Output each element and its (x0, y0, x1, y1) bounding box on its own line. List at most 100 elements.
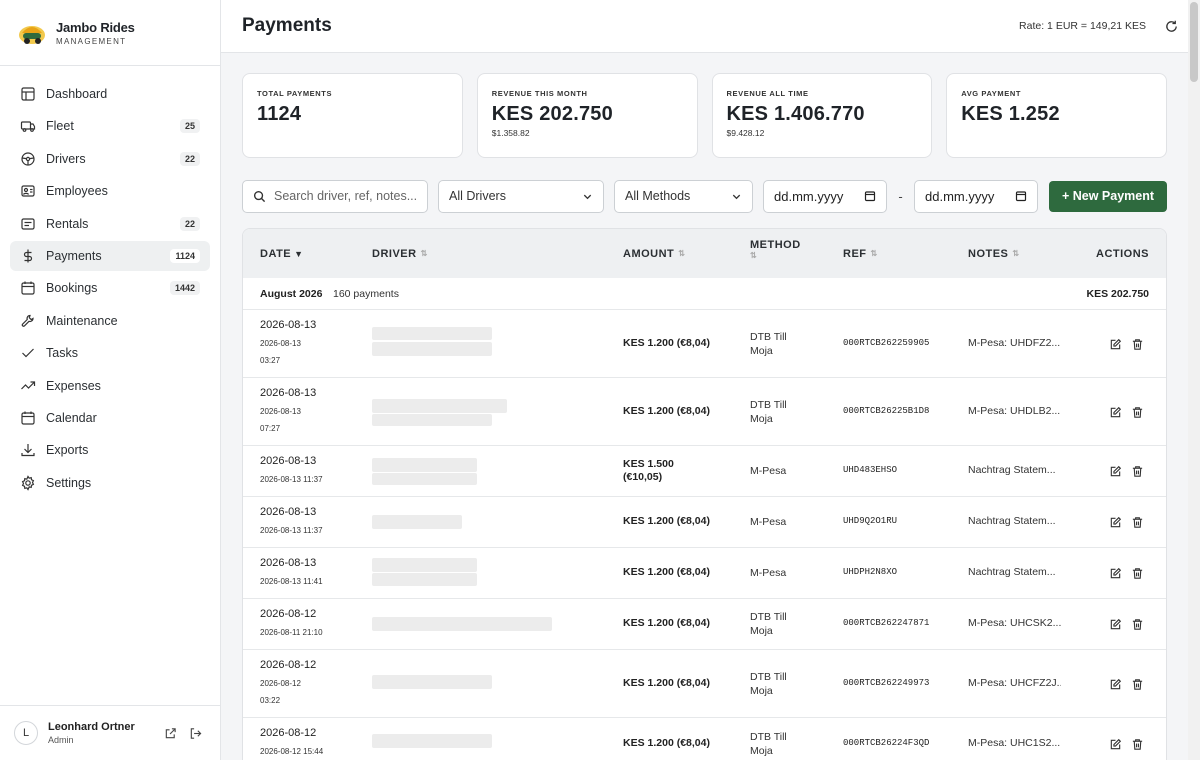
sidebar-item-label: Exports (46, 443, 89, 458)
table-row[interactable]: 2026-08-13 2026-08-13 07:27 KES 1.200 (€… (243, 378, 1166, 446)
method-filter-select[interactable]: All Methods (614, 179, 753, 213)
sidebar-item-drivers[interactable]: Drivers 22 (10, 144, 210, 174)
payment-amount: KES 1.200 (€8,04) (623, 566, 710, 578)
table-row[interactable]: 2026-08-13 2026-08-13 11:41 KES 1.200 (€… (243, 548, 1166, 599)
sidebar-item-dashboard[interactable]: Dashboard (10, 79, 210, 109)
sort-icon: ⇅ (750, 251, 758, 260)
sidebar-item-maintenance[interactable]: Maintenance (10, 306, 210, 336)
edit-icon[interactable] (1109, 338, 1122, 351)
payment-notes: M-Pesa: UHC1S2... (968, 737, 1061, 749)
edit-icon[interactable] (1109, 618, 1122, 631)
sidebar-item-rentals[interactable]: Rentals 22 (10, 209, 210, 239)
payment-amount: KES 1.200 (€8,04) (623, 405, 710, 417)
sidebar-item-label: Fleet (46, 119, 74, 134)
logout-icon[interactable] (189, 727, 202, 740)
payment-ref: UHDPH2N8XO (843, 567, 898, 577)
driver-name-redacted (372, 310, 582, 377)
payment-date: 2026-08-13 (260, 455, 317, 467)
external-link-icon[interactable] (164, 727, 177, 740)
dashboard-icon (21, 87, 35, 101)
trash-icon[interactable] (1131, 338, 1144, 351)
sidebar-item-payments[interactable]: Payments 1124 (10, 240, 210, 271)
page-scrollbar[interactable] (1188, 0, 1200, 760)
brand[interactable]: Jambo Rides MANAGEMENT (0, 0, 220, 66)
sidebar-item-label: Drivers (46, 151, 86, 166)
edit-icon[interactable] (1109, 567, 1122, 580)
payment-notes: Nachtrag Statem... (968, 464, 1056, 476)
stat-label: Avg payment (961, 89, 1022, 98)
brand-name: Jambo Rides (56, 19, 135, 35)
trash-icon[interactable] (1131, 738, 1144, 751)
new-payment-button[interactable]: + New Payment (1049, 180, 1167, 212)
sidebar-item-bookings[interactable]: Bookings 1442 (10, 273, 210, 303)
date-to-input[interactable]: dd.mm.yyyy (914, 179, 1038, 213)
chevron-down-icon (583, 194, 592, 199)
table-row[interactable]: 2026-08-13 2026-08-13 03:27 KES 1.200 (€… (243, 310, 1166, 378)
sidebar-item-calendar[interactable]: Calendar (10, 403, 210, 433)
scrollbar-thumb[interactable] (1190, 2, 1198, 82)
sidebar-item-tasks[interactable]: Tasks (10, 338, 210, 368)
edit-icon[interactable] (1109, 406, 1122, 419)
nav-count-badge: 22 (179, 151, 200, 166)
sidebar-item-expenses[interactable]: Expenses (10, 371, 210, 401)
payment-ref: UHD9Q2O1RU (843, 516, 898, 526)
edit-icon[interactable] (1109, 465, 1122, 478)
calendar-icon (21, 411, 35, 425)
sidebar-item-employees[interactable]: Employees (10, 176, 210, 206)
refresh-rate-button[interactable] (1164, 19, 1179, 34)
jambo-logo-icon (19, 25, 45, 44)
trash-icon[interactable] (1131, 678, 1144, 691)
table-row[interactable]: 2026-08-12 2026-08-12 03:22 KES 1.200 (€… (243, 650, 1166, 718)
payment-timestamp: 2026-08-13 07:27 (260, 407, 301, 433)
nav-count-badge: 1124 (170, 248, 200, 263)
payment-notes: M-Pesa: UHDLB2... (968, 405, 1061, 417)
column-header-date[interactable]: Date ▼ (260, 248, 304, 260)
driver-filter-select[interactable]: All Drivers (438, 179, 604, 213)
table-row[interactable]: 2026-08-12 2026-08-12 15:44 KES 1.200 (€… (243, 718, 1166, 760)
payment-date: 2026-08-12 (260, 659, 317, 671)
sidebar-item-exports[interactable]: Exports (10, 435, 210, 465)
exchange-rate: Rate: 1 EUR = 149,21 KES (1019, 20, 1146, 32)
payment-ref: 000RTCB262247871 (843, 618, 930, 628)
sidebar-item-fleet[interactable]: Fleet 25 (10, 111, 210, 141)
trash-icon[interactable] (1131, 465, 1144, 478)
driver-name-redacted (372, 650, 582, 717)
edit-icon[interactable] (1109, 678, 1122, 691)
edit-icon[interactable] (1109, 738, 1122, 751)
payment-date: 2026-08-13 (260, 506, 317, 518)
payment-timestamp: 2026-08-13 11:37 (260, 475, 323, 484)
payments-table: Date ▼ Driver ⇅ Amount ⇅ Method ⇅ Ref ⇅ (242, 228, 1167, 760)
edit-icon[interactable] (1109, 516, 1122, 529)
sidebar-item-label: Tasks (46, 346, 78, 361)
trash-icon[interactable] (1131, 567, 1144, 580)
column-label: Ref (843, 247, 867, 260)
payment-notes: Nachtrag Statem... (968, 566, 1056, 578)
payment-amount: KES 1.200 (€8,04) (623, 737, 710, 749)
avatar[interactable]: L (14, 721, 38, 745)
column-header-driver[interactable]: Driver ⇅ (372, 248, 428, 260)
trash-icon[interactable] (1131, 618, 1144, 631)
trash-icon[interactable] (1131, 516, 1144, 529)
search-input[interactable] (274, 189, 419, 203)
column-header-method[interactable]: Method ⇅ (750, 239, 801, 260)
column-header-amount[interactable]: Amount ⇅ (623, 248, 685, 260)
payment-timestamp: 2026-08-13 11:37 (260, 526, 323, 535)
table-row[interactable]: 2026-08-12 2026-08-11 21:10 KES 1.200 (€… (243, 599, 1166, 650)
column-header-notes[interactable]: Notes ⇅ (968, 248, 1020, 260)
column-header-ref[interactable]: Ref ⇅ (843, 248, 878, 260)
stat-label: Revenue this month (491, 89, 588, 98)
sort-icon: ⇅ (870, 249, 878, 258)
sidebar-item-settings[interactable]: Settings (10, 468, 210, 498)
main-area: Payments Rate: 1 EUR = 149,21 KES Total … (221, 0, 1200, 760)
table-row[interactable]: 2026-08-13 2026-08-13 11:37 KES 1.500 (€… (243, 446, 1166, 497)
stat-label: Total Payments (257, 89, 333, 98)
trash-icon[interactable] (1131, 406, 1144, 419)
date-range-separator: - (898, 188, 903, 204)
sort-icon: ⇅ (420, 249, 428, 258)
table-row[interactable]: 2026-08-13 2026-08-13 11:37 KES 1.200 (€… (243, 497, 1166, 548)
payment-timestamp: 2026-08-12 03:22 (260, 679, 301, 705)
date-from-input[interactable]: dd.mm.yyyy (763, 179, 887, 213)
stat-card-revenue-all-time: Revenue all time KES 1.406.770 $9.428.12 (711, 73, 933, 158)
table-header: Date ▼ Driver ⇅ Amount ⇅ Method ⇅ Ref ⇅ (243, 229, 1166, 278)
group-month-label: August 2026 (260, 287, 323, 300)
